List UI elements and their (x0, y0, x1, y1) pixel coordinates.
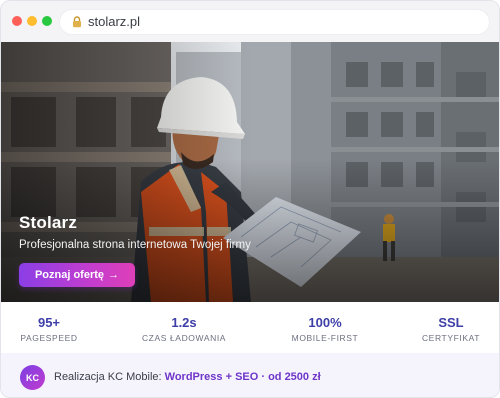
stat-load-time: 1.2s CZAS ŁADOWANIA (124, 315, 244, 343)
kc-logo: KC (20, 365, 45, 390)
stat-value: 100% (308, 315, 342, 330)
stat-label: CERTYFIKAT (421, 333, 481, 343)
stat-mobile-first: 100% MOBILE-FIRST (265, 315, 385, 343)
footer-text: Realizacja KC Mobile: WordPress + SEO · … (54, 371, 321, 383)
stat-pagespeed: 95+ PAGESPEED (1, 315, 109, 343)
stat-label: MOBILE-FIRST (291, 333, 359, 343)
stat-label: CZAS ŁADOWANIA (141, 333, 227, 343)
footer-banner: KC Realizacja KC Mobile: WordPress + SEO… (1, 353, 499, 397)
arrow-right-icon: → (108, 269, 120, 281)
browser-window: stolarz.pl Stolarz Profesjonalna strona … (0, 0, 500, 398)
stat-ssl: SSL CERTYFIKAT (391, 315, 499, 343)
maximize-window-button[interactable] (42, 16, 52, 26)
minimize-window-button[interactable] (27, 16, 37, 26)
cta-label: Poznaj ofertę (34, 269, 105, 281)
footer-highlight[interactable]: WordPress + SEO · od 2500 zł (165, 371, 321, 383)
stat-value: SSL (438, 315, 464, 330)
stats-bar: 95+ PAGESPEED 1.2s CZAS ŁADOWANIA 100% M… (1, 302, 499, 354)
stat-label: PAGESPEED (20, 333, 78, 343)
close-window-button[interactable] (12, 16, 22, 26)
browser-titlebar: stolarz.pl (1, 1, 499, 43)
url-text: stolarz.pl (88, 14, 141, 29)
hero-title: Stolarz (19, 213, 78, 232)
lock-icon (70, 15, 84, 29)
footer-prefix: Realizacja KC Mobile: (54, 371, 165, 383)
stat-value: 95+ (37, 315, 61, 330)
hero-subtitle: Profesjonalna strona internetowa Twojej … (19, 239, 251, 251)
offer-cta-button[interactable]: Poznaj ofertę → (19, 263, 135, 287)
hero-section: Stolarz Profesjonalna strona internetowa… (1, 42, 499, 302)
address-bar[interactable]: stolarz.pl (60, 10, 489, 34)
stat-value: 1.2s (171, 315, 197, 330)
